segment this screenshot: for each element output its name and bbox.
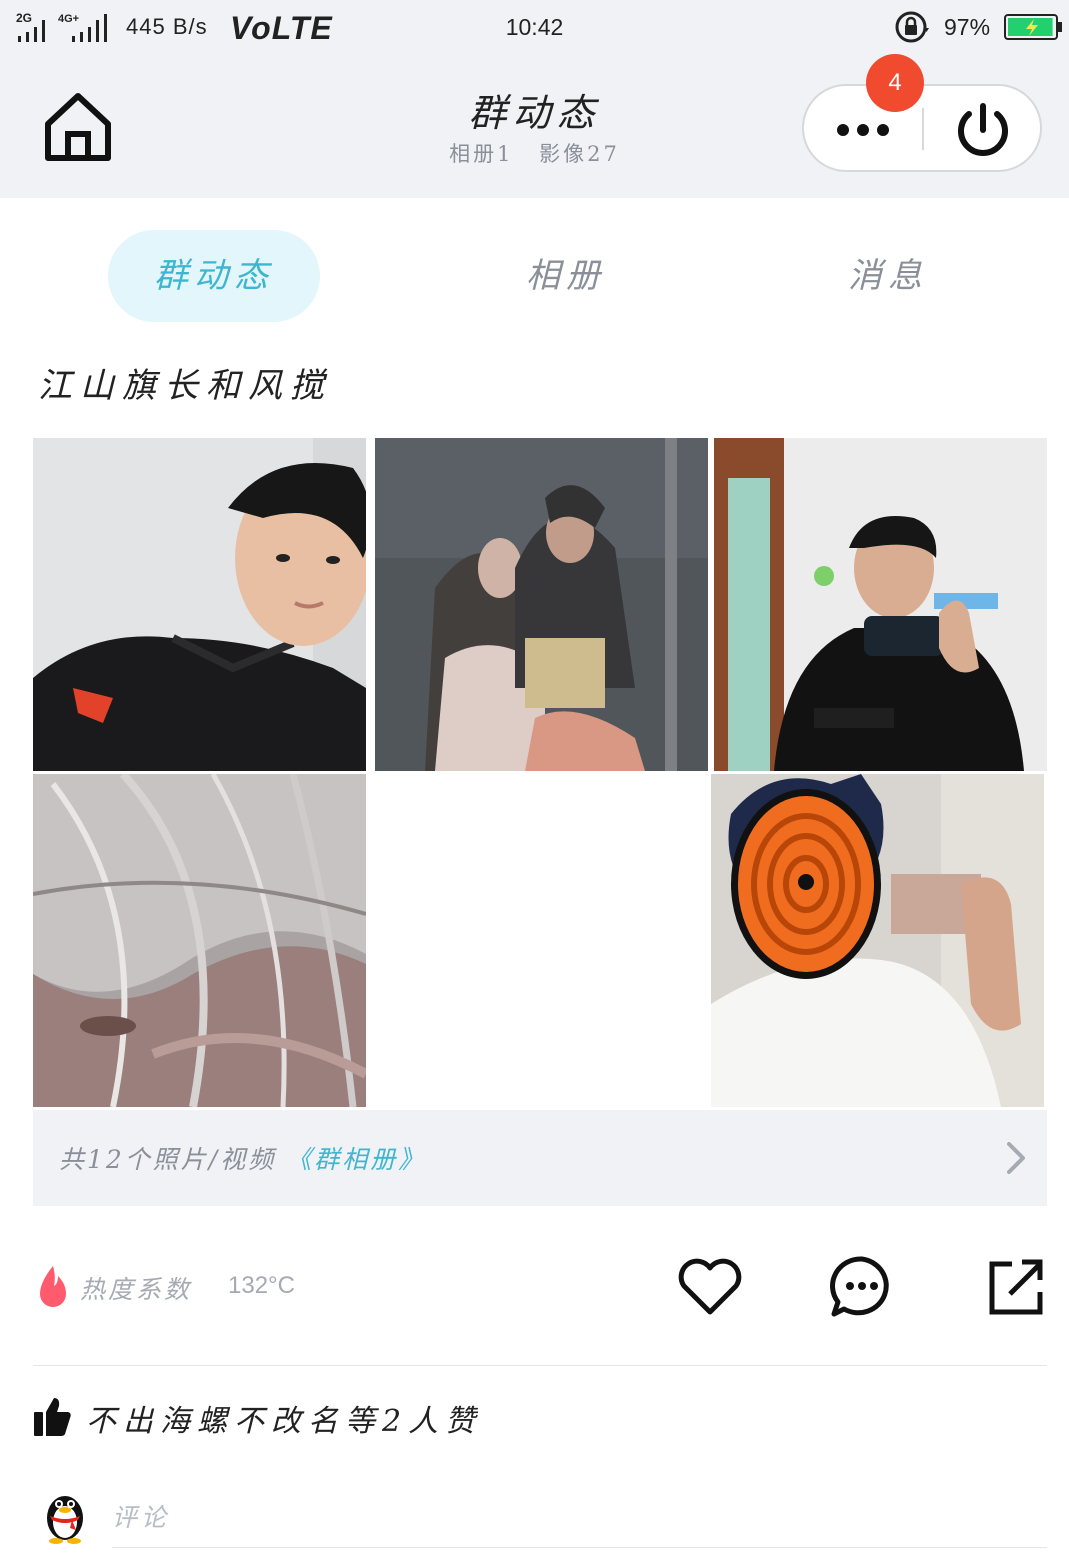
heat-value: 132°C	[228, 1272, 295, 1299]
tab-messages[interactable]: 消息	[782, 230, 994, 322]
photo-2[interactable]	[375, 438, 708, 771]
photo-4[interactable]	[33, 774, 366, 1107]
tab-bar: 群动态 相册 消息	[0, 230, 1069, 322]
thumbs-up-icon	[34, 1398, 71, 1436]
tab-albums[interactable]: 相册	[460, 230, 672, 322]
group-album-link[interactable]: 共12个照片/视频 《群相册》	[33, 1110, 1047, 1206]
network-speed: 445 B/s	[126, 14, 208, 39]
battery-icon	[1004, 14, 1062, 40]
power-icon[interactable]	[924, 86, 1042, 170]
photo-3[interactable]	[714, 438, 1047, 771]
home-icon[interactable]	[40, 88, 116, 164]
post-author[interactable]: 江山旗长和风搅	[38, 358, 332, 407]
album-summary: 共12个照片/视频 《群相册》	[59, 1140, 426, 1176]
rotation-lock-icon	[895, 11, 929, 43]
comment-input[interactable]: 评论	[112, 1490, 1047, 1548]
share-icon[interactable]	[982, 1254, 1050, 1320]
heat-label: 热度系数	[80, 1275, 193, 1304]
battery-percent: 97%	[944, 14, 991, 40]
media-count: 影像27	[539, 142, 620, 166]
qq-penguin-avatar	[47, 1496, 83, 1544]
volte-indicator: VoLTE	[230, 10, 333, 46]
svg-text:4G+: 4G+	[58, 13, 79, 25]
album-link[interactable]: 《群相册》	[286, 1145, 426, 1174]
likes-summary[interactable]: 不出海螺不改名等2人赞	[86, 1396, 482, 1440]
album-count: 相册1	[449, 142, 514, 166]
chevron-right-icon	[1007, 1142, 1025, 1174]
signal-icon: 2G 4G+	[16, 11, 107, 42]
photo-1[interactable]	[33, 438, 366, 771]
svg-text:2G: 2G	[16, 11, 32, 25]
divider	[33, 1365, 1047, 1366]
album-count-text: 共12个照片/视频	[59, 1145, 277, 1174]
flame-icon	[40, 1266, 66, 1307]
mini-program-capsule	[802, 84, 1042, 172]
photo-6[interactable]	[711, 774, 1044, 1107]
comment-icon[interactable]	[828, 1254, 896, 1320]
heart-icon[interactable]	[676, 1254, 744, 1320]
status-bar: 2G 4G+ 445 B/s VoLTE 10:42 97%	[0, 0, 1069, 56]
notification-badge: 4	[866, 54, 924, 112]
tab-group-feed[interactable]: 群动态	[108, 230, 320, 322]
